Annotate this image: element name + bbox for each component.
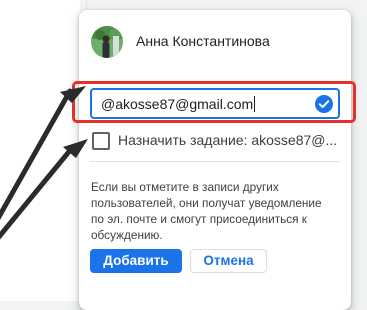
separator (90, 161, 340, 162)
info-text: Если вы отметите в записи других пользов… (91, 180, 322, 242)
assign-task-label[interactable]: Назначить задание: akosse87@... (118, 132, 337, 148)
add-button[interactable]: Добавить (90, 249, 182, 273)
avatar-photo-icon (91, 26, 123, 58)
cancel-button[interactable]: Отмена (190, 249, 267, 273)
mention-popup: Анна Константинова @akosse87@gmail.com Н… (79, 10, 351, 310)
user-name: Анна Константинова (136, 33, 270, 49)
assign-task-checkbox[interactable] (92, 132, 110, 150)
assign-task-row[interactable]: Назначить задание: akosse87@... (92, 131, 342, 151)
document-background (0, 0, 80, 301)
highlight-box (72, 81, 356, 123)
avatar (91, 26, 123, 58)
popup-header: Анна Константинова (79, 10, 351, 74)
